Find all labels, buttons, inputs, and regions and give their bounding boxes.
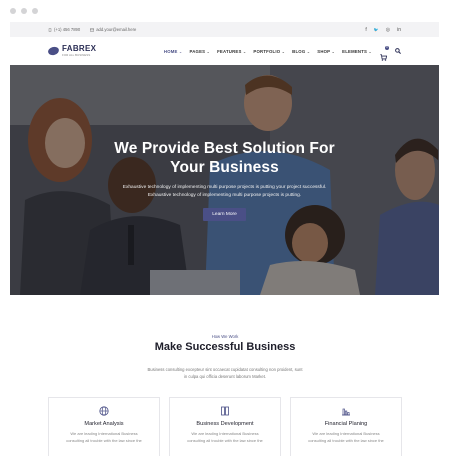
instagram-icon[interactable]: ◎: [386, 27, 390, 33]
email-contact[interactable]: add.your@email.here: [90, 27, 136, 32]
service-card-financial-planing[interactable]: Financial Planing We are leading Interna…: [290, 397, 402, 456]
site-logo[interactable]: FABREX FOR ALL BUSINESS: [47, 45, 96, 57]
main-navbar: FABREX FOR ALL BUSINESS HOME PAGES FEATU…: [10, 37, 439, 65]
window-dot: [32, 8, 38, 14]
window-dot: [10, 8, 16, 14]
cart-icon: [380, 53, 388, 61]
twitter-icon[interactable]: 🐦: [374, 27, 379, 33]
cart-count-badge: 0: [385, 45, 389, 50]
section-title: Make Successful Business: [154, 341, 296, 353]
brand-name: FABREX: [62, 44, 97, 53]
card-text: We are leading International Business co…: [49, 431, 159, 444]
section-eyebrow: How We Work: [211, 334, 239, 339]
top-bar: (+1) 456 7890 add.your@email.here f 🐦 ◎ …: [10, 22, 439, 37]
card-title: Market Analysis: [84, 421, 124, 427]
nav-item-portfolio[interactable]: PORTFOLIO: [253, 49, 285, 54]
card-text: We are leading International Business co…: [170, 431, 280, 444]
search-icon[interactable]: [395, 48, 401, 54]
card-text-line1: We are leading International Business: [70, 431, 138, 436]
hero-subtitle-line1: Exhaustive technology of implementing mu…: [122, 185, 327, 190]
nav-icons: 0: [380, 45, 401, 61]
social-links: f 🐦 ◎ in: [365, 27, 401, 33]
nav-item-features[interactable]: FEATURES: [217, 49, 246, 54]
mail-icon: [90, 28, 95, 31]
service-cards: Market Analysis We are leading Internati…: [48, 397, 402, 456]
card-text-line2: consulting all trouble with the law sinc…: [66, 437, 142, 443]
phone-contact[interactable]: (+1) 456 7890: [48, 27, 80, 32]
email-address: add.your@email.here: [96, 27, 137, 32]
phone-number: (+1) 456 7890: [54, 27, 81, 32]
card-text-line1: We are leading International Business: [312, 431, 380, 436]
nav-menu: HOME PAGES FEATURES PORTFOLIO BLOG SHOP …: [164, 49, 372, 54]
nav-item-home[interactable]: HOME: [164, 49, 183, 54]
globe-icon: [99, 406, 109, 416]
hero-title-line1: We Provide Best Solution For: [114, 140, 335, 157]
browser-window-dots: [10, 8, 38, 16]
nav-item-elements[interactable]: ELEMENTS: [342, 49, 372, 54]
phone-icon: [48, 27, 52, 32]
nav-item-blog[interactable]: BLOG: [292, 49, 310, 54]
card-text: We are leading International Business co…: [291, 431, 401, 444]
card-text-line2: consulting all trouble with the law sinc…: [308, 437, 384, 443]
brand-tagline: FOR ALL BUSINESS: [62, 53, 91, 57]
hero-title-line2: Your Business: [170, 159, 279, 176]
section-desc-line2: in culpa qui officia deserunt laborum Ma…: [183, 374, 267, 379]
facebook-icon[interactable]: f: [365, 27, 366, 33]
contact-info: (+1) 456 7890 add.your@email.here: [48, 27, 136, 32]
logo-text: FABREX FOR ALL BUSINESS: [62, 45, 96, 57]
hero-content: We Provide Best Solution For Your Busine…: [10, 139, 439, 221]
learn-more-button[interactable]: Learn More: [203, 208, 246, 221]
hero-subtitle: Exhaustive technology of implementing mu…: [10, 184, 439, 200]
card-text-line1: We are leading International Business: [191, 431, 259, 436]
hero-title: We Provide Best Solution For Your Busine…: [10, 139, 439, 177]
linkedin-icon[interactable]: in: [397, 27, 401, 33]
bar-chart-icon: [342, 408, 350, 416]
window-dot: [21, 8, 27, 14]
nav-item-shop[interactable]: SHOP: [317, 49, 335, 54]
logo-mark-icon: [47, 45, 60, 57]
cart-button[interactable]: 0: [380, 45, 389, 61]
hero-subtitle-line2: Exhaustive technology of implementing mu…: [147, 193, 302, 198]
section-desc-line1: Business consulting excepteur sint occae…: [147, 367, 303, 372]
card-title: Financial Planing: [324, 421, 368, 427]
hero-banner: We Provide Best Solution For Your Busine…: [10, 65, 439, 295]
section-description: Business consulting excepteur sint occae…: [120, 366, 330, 380]
service-card-business-development[interactable]: Business Development We are leading Inte…: [169, 397, 281, 456]
card-text-line2: consulting all trouble with the law sinc…: [187, 437, 263, 443]
card-title: Business Development: [196, 421, 254, 427]
service-card-market-analysis[interactable]: Market Analysis We are leading Internati…: [48, 397, 160, 456]
nav-item-pages[interactable]: PAGES: [190, 49, 211, 54]
documents-icon: [221, 406, 229, 416]
